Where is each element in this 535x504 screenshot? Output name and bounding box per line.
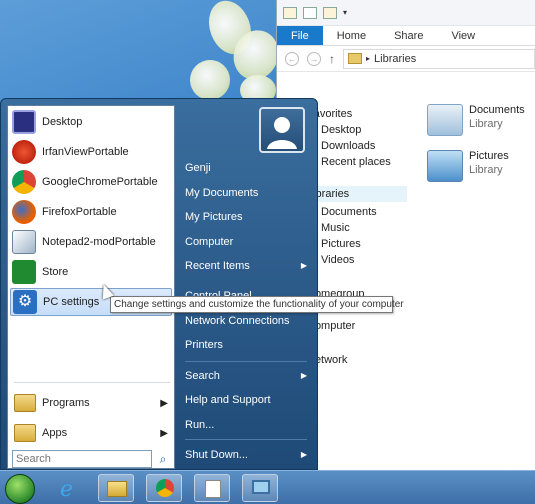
start-menu: Desktop IrfanViewPortable GoogleChromePo… (0, 98, 318, 470)
my-pictures-link[interactable]: My Pictures (185, 206, 311, 228)
apps-menu[interactable]: Apps ▶ (10, 420, 172, 446)
folder-icon (14, 424, 36, 442)
user-avatar[interactable] (259, 107, 305, 153)
firefox-icon (12, 200, 36, 224)
recent-items-link[interactable]: Recent Items ▶ (185, 255, 311, 277)
help-support-link[interactable]: Help and Support (185, 389, 311, 411)
start-menu-programs-pane: Desktop IrfanViewPortable GoogleChromePo… (7, 105, 175, 469)
pictures-library-icon (427, 150, 463, 182)
content-item-documents[interactable]: Documents Library (427, 104, 525, 136)
remote-desktop-icon[interactable] (242, 474, 278, 502)
gear-icon: ⚙ (13, 290, 37, 314)
paint-icon[interactable] (194, 474, 230, 502)
user-name[interactable]: Genji (185, 157, 311, 179)
separator (185, 439, 307, 440)
address-bar-row: ← → ↑ ▸ Libraries (277, 46, 535, 72)
start-search: ⌕ (12, 450, 172, 468)
shutdown-button[interactable]: Shut Down... ▶ (185, 444, 311, 466)
chevron-right-icon: ▶ (300, 450, 307, 459)
chrome-icon[interactable] (146, 474, 182, 502)
tab-home[interactable]: Home (323, 26, 380, 45)
app-desktop[interactable]: Desktop (10, 108, 172, 136)
app-notepad2[interactable]: Notepad2-modPortable (10, 228, 172, 256)
chevron-right-icon: ▶ (160, 397, 168, 409)
search-input[interactable] (12, 450, 152, 468)
content-item-pictures[interactable]: Pictures Library (427, 150, 509, 182)
up-icon[interactable]: ↑ (329, 52, 335, 66)
libraries-icon (348, 53, 362, 64)
ie-logo: e (60, 477, 73, 502)
folder-icon (14, 394, 36, 412)
my-documents-link[interactable]: My Documents (185, 182, 311, 204)
chevron-right-icon: ▶ (160, 427, 168, 439)
chrome-icon (12, 170, 36, 194)
chevron-right-icon: ▶ (300, 371, 307, 380)
store-icon (12, 260, 36, 284)
monitor-logo (252, 480, 270, 494)
documents-library-icon (427, 104, 463, 136)
printers-link[interactable]: Printers (185, 334, 311, 356)
svg-text:e: e (60, 477, 73, 502)
nav-item-recent-places[interactable]: Recent places (307, 154, 391, 170)
search-icon[interactable]: ⌕ (156, 452, 170, 466)
nav-libraries[interactable]: Libraries (307, 186, 407, 202)
chevron-right-icon: ▶ (300, 261, 307, 270)
address-text: Libraries (374, 52, 417, 65)
start-orb[interactable] (5, 474, 35, 504)
qat-dropdown-icon[interactable]: ▾ (343, 8, 347, 17)
app-store[interactable]: Store (10, 258, 172, 286)
search-link[interactable]: Search ▶ (185, 365, 311, 387)
app-chrome[interactable]: GoogleChromePortable (10, 168, 172, 196)
tab-share[interactable]: Share (380, 26, 437, 45)
ribbon-tabs: File Home Share View (277, 26, 535, 46)
forward-icon[interactable]: → (307, 51, 321, 66)
pc-settings-tooltip: Change settings and customize the functi… (110, 296, 404, 313)
quick-access-toolbar: ▾ (277, 0, 535, 26)
folder-icon (107, 481, 127, 497)
file-explorer-icon[interactable] (98, 474, 134, 502)
tab-file[interactable]: File (277, 26, 323, 45)
programs-menu[interactable]: Programs ▶ (10, 390, 172, 416)
computer-link[interactable]: Computer (185, 231, 311, 253)
run-link[interactable]: Run... (185, 414, 311, 436)
network-connections-link[interactable]: Network Connections (185, 310, 311, 332)
folder-icon[interactable] (283, 6, 297, 19)
tab-view[interactable]: View (437, 26, 489, 45)
user-icon (267, 117, 297, 149)
desktop-icon (12, 110, 36, 134)
new-folder-icon[interactable] (323, 6, 337, 19)
separator (14, 382, 170, 383)
address-bar[interactable]: ▸ Libraries (343, 48, 535, 69)
internet-explorer-icon[interactable]: e (50, 474, 86, 502)
app-irfanview[interactable]: IrfanViewPortable (10, 138, 172, 166)
irfanview-icon (12, 140, 36, 164)
app-firefox[interactable]: FirefoxPortable (10, 198, 172, 226)
paint-logo (205, 480, 221, 498)
chrome-logo (156, 479, 174, 497)
taskbar: e (0, 470, 535, 504)
notepad-icon (12, 230, 36, 254)
properties-icon[interactable] (303, 6, 317, 19)
separator (185, 361, 307, 362)
back-icon[interactable]: ← (285, 51, 299, 66)
chevron-right-icon: ▸ (366, 54, 371, 63)
